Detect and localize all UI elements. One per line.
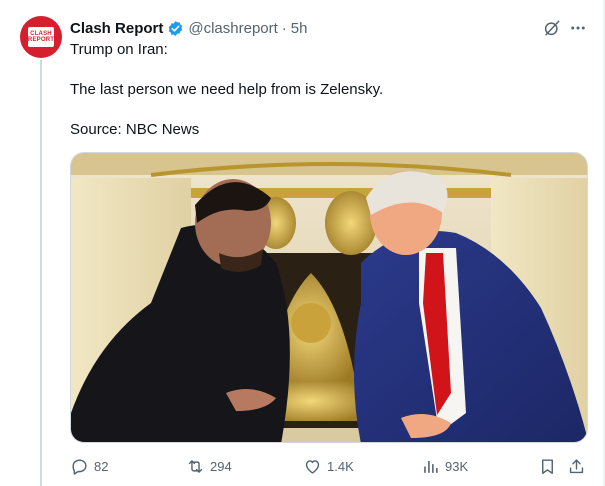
author-handle[interactable]: @clashreport xyxy=(188,20,277,37)
reply-icon xyxy=(72,458,87,475)
tweet-actions: 82 294 1.4K 93K xyxy=(70,455,590,477)
tweet-text-line-1: Trump on Iran: xyxy=(70,41,168,58)
avatar[interactable]: CLASH REPORT xyxy=(20,16,62,58)
avatar-logo-text-bottom: REPORT xyxy=(27,37,55,43)
repost-count: 294 xyxy=(210,458,232,474)
tweet-text-line-2: The last person we need help from is Zel… xyxy=(70,81,384,98)
separator-dot: · xyxy=(281,19,287,37)
bookmark-icon xyxy=(542,458,553,474)
reply-button[interactable]: 82 xyxy=(70,455,108,477)
photo-illustration xyxy=(71,153,587,442)
like-button[interactable]: 1.4K xyxy=(303,455,354,477)
thread-connector-line xyxy=(40,60,42,486)
heart-icon xyxy=(305,459,320,474)
share-icon xyxy=(569,458,584,473)
verified-badge-icon[interactable] xyxy=(167,20,184,37)
repost-button[interactable]: 294 xyxy=(186,455,232,477)
repost-icon xyxy=(188,459,203,473)
avatar-logo: CLASH REPORT xyxy=(28,27,54,47)
views-button[interactable]: 93K xyxy=(421,455,468,477)
tweet-text-line-3: Source: NBC News xyxy=(70,121,200,138)
tweet-header: Clash Report @clashreport · 5h xyxy=(70,17,307,39)
view-count: 93K xyxy=(445,458,469,474)
bookmark-button[interactable] xyxy=(538,455,557,477)
like-count: 1.4K xyxy=(327,458,354,474)
more-icon[interactable] xyxy=(567,17,589,39)
author-name[interactable]: Clash Report xyxy=(70,20,163,37)
tweet-photo[interactable] xyxy=(70,152,588,443)
timestamp[interactable]: 5h xyxy=(291,20,308,37)
reply-count: 82 xyxy=(94,458,109,474)
share-button[interactable] xyxy=(567,455,586,477)
views-chart-icon xyxy=(424,460,438,473)
grok-icon[interactable] xyxy=(541,17,563,39)
